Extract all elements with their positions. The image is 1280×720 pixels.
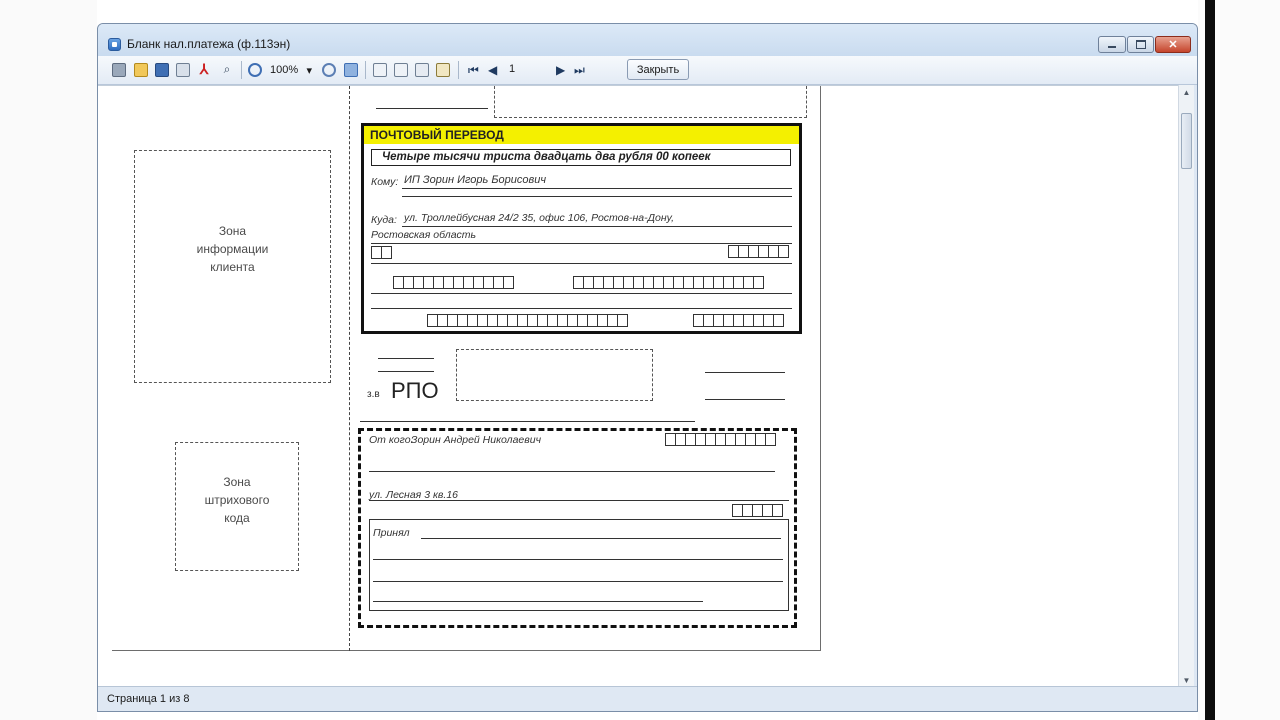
scroll-thumb[interactable] [1181, 113, 1192, 169]
report-page: Зона информации клиента Зона штрихового … [112, 86, 821, 651]
edit-page-icon[interactable] [436, 63, 450, 77]
form-divider [369, 500, 789, 501]
save-icon[interactable] [155, 63, 169, 77]
title-bar: Бланк нал.платежа (ф.113эн) ✕ [98, 24, 1197, 56]
bank-account-cells [427, 314, 628, 327]
toolbar-separator [241, 61, 242, 79]
postal-transfer-title: ПОЧТОВЫЙ ПЕРЕВОД [370, 128, 504, 142]
find-icon[interactable]: ⌕ [219, 62, 235, 76]
report-viewport[interactable]: Зона информации клиента Зона штрихового … [98, 85, 1179, 686]
recipient-line [402, 188, 792, 189]
amount-box: Четыре тысячи триста двадцать два рубля … [371, 149, 791, 166]
notification-form: От кого: Зорин Андрей Николаевич ул. Лес… [358, 428, 797, 628]
page-status: Страница 1 из 8 [107, 693, 190, 705]
sender-cells [665, 433, 776, 446]
to-label: Кому: [371, 176, 399, 188]
app-icon [108, 38, 121, 51]
zone-label-line: клиента [210, 260, 255, 274]
maximize-icon [1135, 40, 1146, 49]
form-divider [371, 263, 792, 264]
bik-cells [693, 314, 784, 327]
zoom-out-icon[interactable] [322, 63, 336, 77]
zoom-in-icon[interactable] [248, 63, 262, 77]
receipt-line [421, 538, 781, 539]
zone-label-line: штрихового [204, 493, 270, 507]
recipient-name: ИП Зорин Игорь Борисович [404, 174, 547, 186]
address-line-1: ул. Троллейбусная 24/2 35, офис 106, Рос… [404, 212, 675, 224]
print-icon[interactable] [112, 63, 126, 77]
stamp-line [378, 358, 434, 359]
address-line [402, 226, 792, 227]
chevron-down-icon: ▾ [306, 64, 312, 77]
open-folder-icon[interactable] [134, 63, 148, 77]
page-width-icon[interactable] [344, 63, 358, 77]
address-line [371, 243, 792, 244]
rpo-prefix: з.в [367, 389, 380, 400]
status-bar: Страница 1 из 8 [98, 686, 1197, 711]
cut-instruction-line [360, 421, 695, 422]
toolbar-separator [458, 61, 459, 79]
export-icon[interactable] [176, 63, 190, 77]
zoom-select[interactable]: 100% ▾ [268, 62, 314, 78]
zoom-value: 100% [270, 64, 299, 76]
multi-page-icon[interactable] [394, 63, 408, 77]
toolbar: ⅄ ⌕ 100% ▾ ⏮ ◀ 1 ▶ ⏭ Закрыть [98, 56, 1197, 85]
stamp-line [378, 371, 434, 372]
recipient-line [402, 196, 792, 197]
account-cells [573, 276, 764, 289]
window-title: Бланк нал.платежа (ф.113эн) [127, 37, 291, 51]
client-info-zone-label: Зона информации клиента [134, 222, 331, 276]
receipt-line [373, 601, 703, 602]
signature-line [705, 372, 785, 373]
book-view-icon[interactable] [415, 63, 429, 77]
zone-label-line: информации [196, 242, 269, 256]
top-stamp-box [494, 86, 807, 118]
close-window-button[interactable]: ✕ [1155, 36, 1191, 53]
previous-page-icon[interactable]: ◀ [488, 61, 497, 79]
first-page-icon[interactable]: ⏮ [468, 61, 479, 79]
postcode-cells [371, 246, 392, 259]
postmark-box [456, 349, 653, 401]
toolbar-separator [365, 61, 366, 79]
background-left [0, 0, 97, 720]
received-label: Принял [373, 527, 410, 539]
report-viewer-window: Бланк нал.платежа (ф.113эн) ✕ ⅄ ⌕ 100% ▾… [97, 23, 1198, 712]
from-label: От кого: [369, 434, 414, 446]
receipt-line [373, 581, 783, 582]
top-field-line [376, 108, 488, 109]
index-cells [728, 245, 789, 258]
vertical-scrollbar[interactable]: ▲ ▼ [1178, 85, 1194, 688]
maximize-button[interactable] [1127, 36, 1154, 53]
next-page-icon[interactable]: ▶ [556, 61, 565, 79]
minimize-icon [1108, 46, 1116, 48]
inn-cells [393, 276, 514, 289]
where-label: Куда: [371, 214, 397, 226]
amount-in-words: Четыре тысячи триста двадцать два рубля … [382, 151, 711, 163]
index-cells [732, 504, 783, 517]
pdf-export-icon[interactable]: ⅄ [197, 61, 211, 77]
screen-edge [1205, 0, 1215, 720]
close-icon: ✕ [1168, 39, 1178, 51]
address-line-2: Ростовская область [371, 229, 477, 241]
zone-label-line: кода [224, 511, 250, 525]
form-divider [371, 308, 792, 309]
form-divider [371, 293, 792, 294]
zone-label-line: Зона [218, 224, 247, 238]
cut-line [349, 86, 350, 651]
rpo-label: РПО [391, 378, 439, 403]
scroll-up-icon[interactable]: ▲ [1179, 85, 1194, 100]
last-page-icon[interactable]: ⏭ [574, 61, 585, 79]
signature-line [705, 399, 785, 400]
page-number-input[interactable]: 1 [504, 62, 542, 77]
zone-label-line: Зона [223, 475, 251, 489]
address-line [369, 471, 775, 472]
sender-name: Зорин Андрей Николаевич [411, 434, 542, 446]
receipt-section [369, 519, 789, 611]
postal-transfer-form: ПОЧТОВЫЙ ПЕРЕВОД Четыре тысячи триста дв… [361, 123, 802, 334]
close-report-button[interactable]: Закрыть [627, 59, 689, 80]
minimize-button[interactable] [1098, 36, 1126, 53]
barcode-zone-label: Зона штрихового кода [175, 473, 299, 527]
single-page-icon[interactable] [373, 63, 387, 77]
receipt-line [373, 559, 783, 560]
